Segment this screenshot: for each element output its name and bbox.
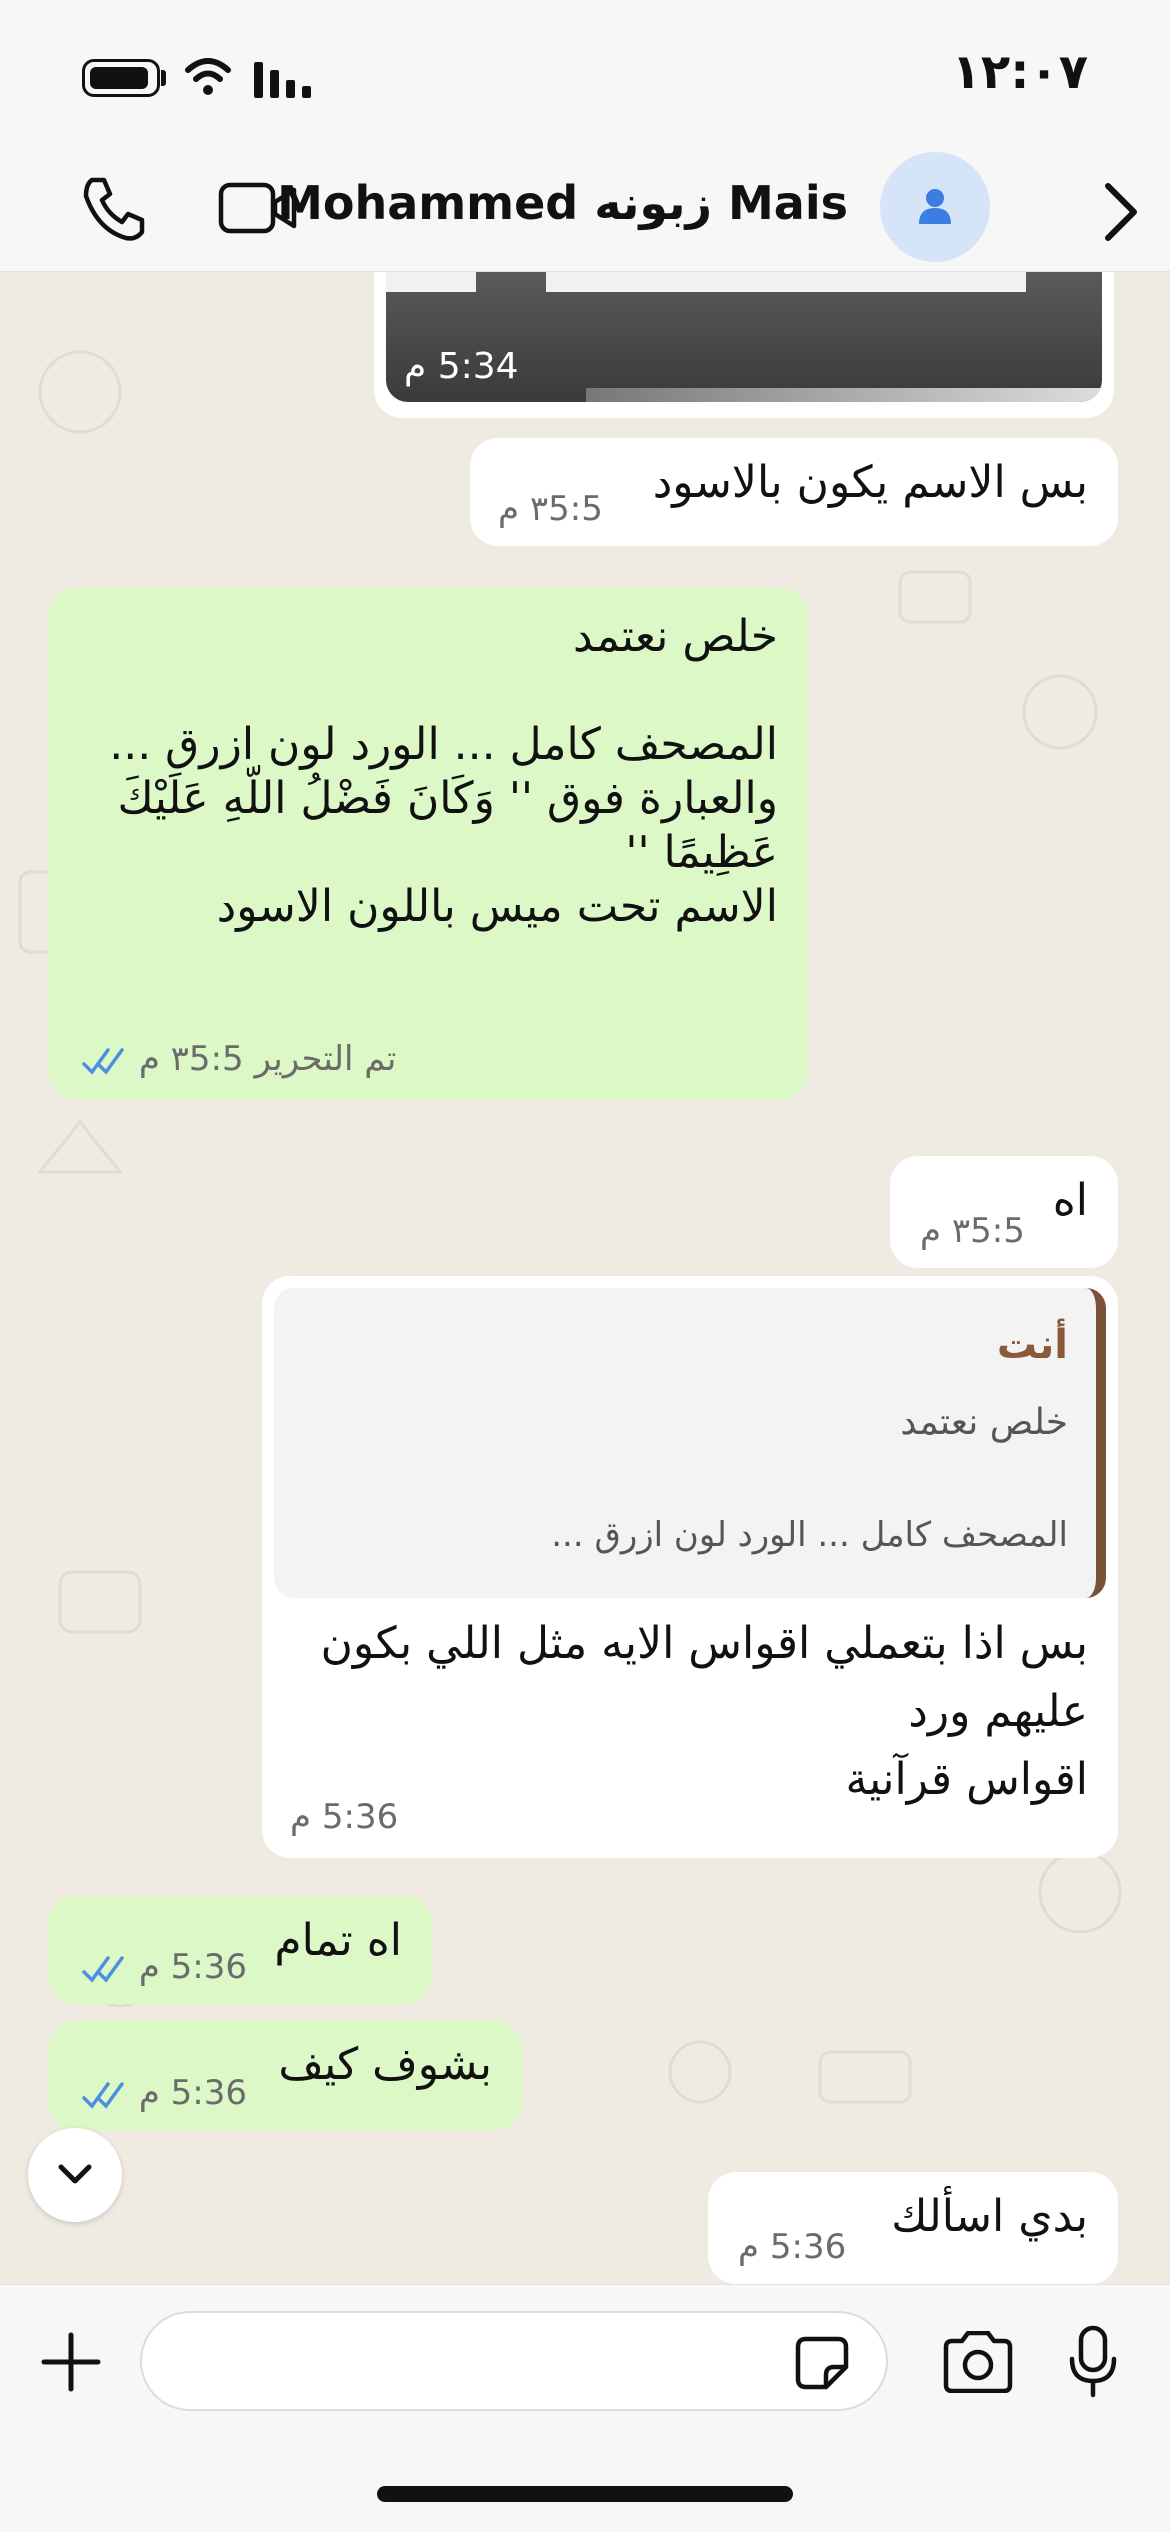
- message-time: ٣5:5 م: [920, 1211, 1025, 1251]
- incoming-message[interactable]: بدي اسألك 5:36 م: [708, 2172, 1118, 2284]
- chat-area[interactable]: 5:34 م بس الاسم يكون بالاسود ٣5:5 م خلص …: [0, 272, 1170, 2284]
- incoming-reply-message[interactable]: أنت خلص نعتمد المصحف كامل ... الورد لون …: [262, 1276, 1118, 1858]
- message-line: خلص نعتمد: [573, 611, 778, 662]
- quoted-text: خلص نعتمد: [900, 1402, 1068, 1443]
- read-ticks-icon: [82, 1047, 124, 1075]
- chevron-right-icon[interactable]: [1096, 180, 1144, 244]
- plus-icon[interactable]: [40, 2331, 102, 2393]
- sticker-icon[interactable]: [794, 2335, 850, 2391]
- outgoing-message[interactable]: بشوف كيف 5:36 م: [48, 2020, 522, 2130]
- status-time: ١٢:٠٧: [951, 44, 1088, 100]
- message-time: ٣5:5 م: [138, 1039, 244, 1079]
- message-time: 5:36 م: [290, 1797, 399, 1837]
- quoted-text: المصحف كامل ... الورد لون ازرق ...: [551, 1515, 1068, 1555]
- scroll-to-bottom-button[interactable]: [28, 2128, 122, 2222]
- message-meta: 5:36 م: [82, 2066, 247, 2120]
- phone-icon[interactable]: [78, 172, 152, 246]
- battery-cap: [161, 70, 166, 86]
- message-line: عَظِيمًا '': [625, 827, 778, 878]
- message-line: عليهم ورد: [908, 1686, 1088, 1737]
- media-image-strip: [386, 272, 476, 292]
- outgoing-message[interactable]: اه تمام 5:36 م: [48, 1896, 432, 2004]
- microphone-icon[interactable]: [1068, 2325, 1118, 2399]
- message-meta: تم التحرير ٣5:5 م: [82, 1032, 396, 1086]
- chevron-down-icon: [58, 2164, 92, 2184]
- message-time: 5:34 م: [404, 346, 519, 387]
- media-image-strip: [546, 272, 1026, 292]
- message-line: بس اذا بتعملي اقواس الايه مثل اللي بكون: [320, 1618, 1088, 1669]
- message-input[interactable]: [140, 2311, 888, 2411]
- message-line: اقواس قرآنية: [845, 1754, 1088, 1805]
- read-ticks-icon: [82, 1955, 124, 1983]
- quoted-author: أنت: [996, 1322, 1068, 1368]
- message-time: 5:36 م: [738, 2227, 847, 2267]
- message-time: ٣5:5 م: [498, 489, 603, 529]
- message-body: بس اذا بتعملي اقواس الايه مثل اللي بكون …: [321, 1610, 1088, 1814]
- battery-icon: [82, 59, 160, 97]
- read-ticks-icon: [82, 2081, 124, 2109]
- incoming-message[interactable]: اه ٣5:5 م: [890, 1156, 1118, 1268]
- edited-label: تم التحرير: [254, 1039, 397, 1079]
- message-line: المصحف كامل ... الورد لون ازرق ...: [109, 719, 778, 770]
- camera-icon[interactable]: [940, 2331, 1016, 2393]
- incoming-message[interactable]: بس الاسم يكون بالاسود ٣5:5 م: [470, 438, 1118, 546]
- quoted-message[interactable]: أنت خلص نعتمد المصحف كامل ... الورد لون …: [274, 1288, 1106, 1598]
- cellular-signal-icon: [254, 62, 311, 98]
- message-line: الاسم تحت ميس باللون الاسود: [216, 881, 778, 932]
- avatar[interactable]: [880, 152, 990, 262]
- media-message[interactable]: 5:34 م: [374, 272, 1114, 418]
- contact-name[interactable]: Mohammed زبونه Mais: [277, 176, 848, 230]
- outgoing-message[interactable]: خلص نعتمد المصحف كامل ... الورد لون ازرق…: [48, 588, 808, 1100]
- message-line: والعبارة فوق '' وَكَانَ فَضْلُ اللّهِ عَ…: [117, 773, 779, 824]
- status-bar: ١٢:٠٧: [0, 0, 1170, 150]
- wifi-icon: [185, 58, 231, 95]
- person-icon: [919, 189, 951, 224]
- chat-header: Mohammed زبونه Mais: [0, 150, 1170, 272]
- message-time: 5:36 م: [138, 1947, 248, 1987]
- message-time: 5:36 م: [138, 2073, 248, 2113]
- message-line: [78, 664, 778, 718]
- message-meta: 5:36 م: [82, 1940, 247, 1994]
- media-image-gradient: [586, 388, 1102, 402]
- home-indicator[interactable]: [377, 2486, 793, 2502]
